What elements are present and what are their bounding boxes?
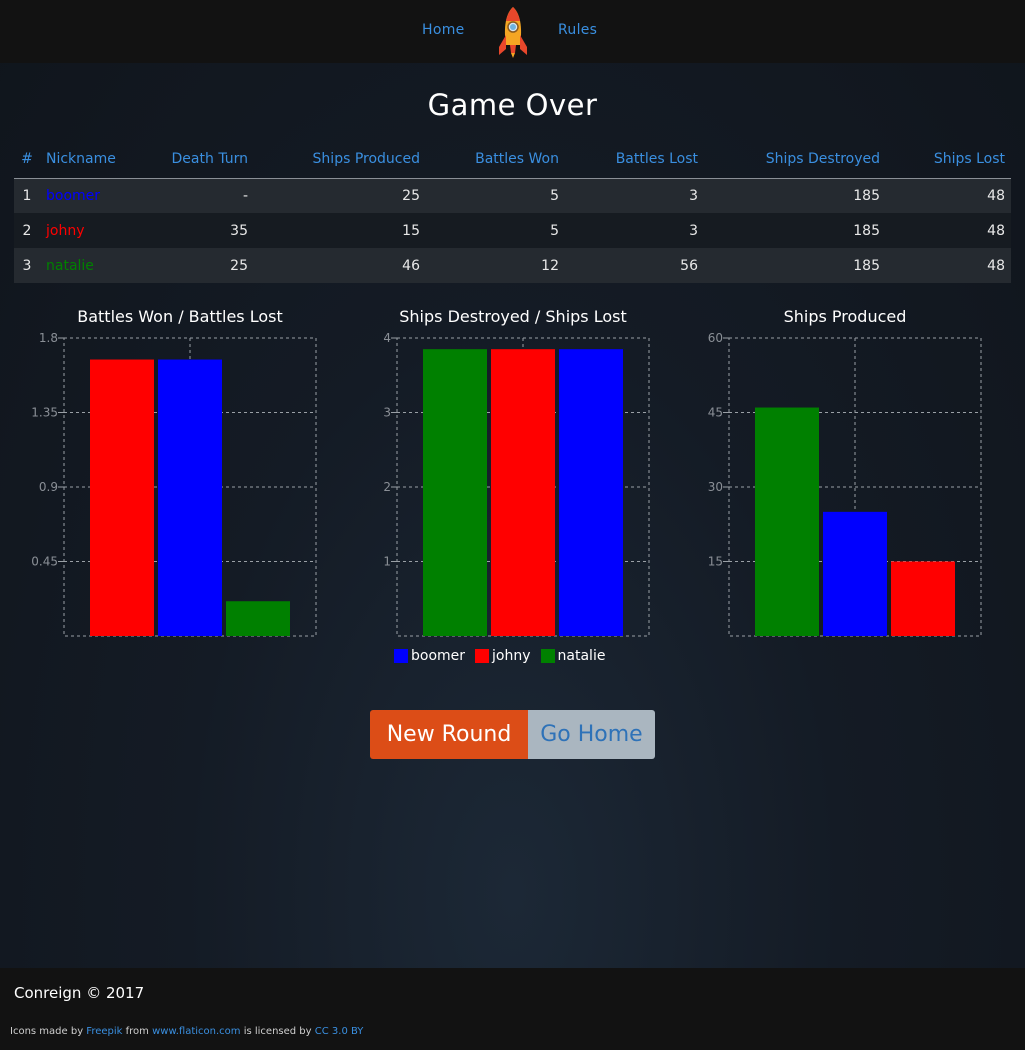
legend-label: natalie: [557, 648, 606, 664]
cell-battles-lost: 56: [565, 248, 704, 283]
table-row: 2 johny 35 15 5 3 185 48: [14, 213, 1011, 248]
legend-item-johny[interactable]: johny: [475, 648, 531, 664]
table-row: 3 natalie 25 46 12 56 185 48: [14, 248, 1011, 283]
cell-ships-produced: 46: [254, 248, 426, 283]
bar-boomer[interactable]: [559, 349, 623, 636]
table-row: 1 boomer - 25 5 3 185 48: [14, 178, 1011, 213]
go-home-button[interactable]: Go Home: [528, 710, 655, 759]
cell-death-turn: 35: [140, 213, 254, 248]
cell-ships-lost: 48: [886, 213, 1011, 248]
header-ships-produced: Ships Produced: [254, 140, 426, 179]
cell-battles-lost: 3: [565, 178, 704, 213]
bar-boomer[interactable]: [158, 359, 222, 636]
cell-ships-lost: 48: [886, 248, 1011, 283]
y-tick-label: 1.35: [31, 406, 58, 420]
y-tick-label: 2: [383, 480, 391, 494]
legend-swatch: [394, 649, 408, 663]
freepik-link[interactable]: Freepik: [86, 1026, 122, 1037]
legend-swatch: [475, 649, 490, 663]
y-tick-label: 0.9: [39, 480, 58, 494]
scores-table: # Nickname Death Turn Ships Produced Bat…: [14, 140, 1011, 283]
cell-ships-lost: 48: [886, 178, 1011, 213]
cell-ships-destroyed: 185: [704, 213, 886, 248]
header-death-turn: Death Turn: [140, 140, 254, 179]
legend-label: johny: [492, 648, 531, 664]
new-round-button[interactable]: New Round: [370, 710, 528, 759]
y-tick-label: 30: [708, 480, 723, 494]
header-nickname: Nickname: [40, 140, 140, 179]
bar-natalie[interactable]: [755, 407, 819, 636]
cell-ships-destroyed: 185: [704, 178, 886, 213]
bar-natalie[interactable]: [226, 601, 290, 636]
bar-johny[interactable]: [491, 349, 555, 636]
flaticon-link[interactable]: www.flaticon.com: [152, 1026, 240, 1037]
y-tick-label: 45: [708, 406, 723, 420]
cell-rank: 2: [14, 213, 40, 248]
cell-nickname: natalie: [40, 248, 140, 283]
legend-label: boomer: [411, 648, 466, 664]
bar-johny[interactable]: [90, 359, 154, 636]
cell-nickname: johny: [40, 213, 140, 248]
cell-ships-produced: 15: [254, 213, 426, 248]
chart-battles-ratio: 1.8 1.35 0.9 0.45: [31, 331, 317, 637]
rocket-icon[interactable]: [496, 5, 530, 59]
table-header-row: # Nickname Death Turn Ships Produced Bat…: [14, 140, 1011, 179]
license-link[interactable]: CC 3.0 BY: [315, 1026, 364, 1037]
chart-title-ships-ratio: Ships Destroyed / Ships Lost: [399, 307, 627, 326]
action-button-group: New Round Go Home: [370, 710, 655, 759]
cell-battles-won: 5: [426, 213, 565, 248]
chart-ships-ratio: 4 3 2 1: [383, 331, 650, 637]
bar-boomer[interactable]: [823, 511, 887, 636]
cell-ships-produced: 25: [254, 178, 426, 213]
legend-item-boomer[interactable]: boomer: [394, 648, 465, 664]
credits-licensed: is licensed by: [243, 1026, 312, 1037]
credits-from: from: [125, 1026, 149, 1037]
y-tick-label: 1: [383, 555, 391, 569]
chart-title-ships-produced: Ships Produced: [783, 307, 907, 326]
bar-natalie[interactable]: [423, 349, 487, 636]
icon-credits: Icons made by Freepik from www.flaticon.…: [10, 1026, 363, 1037]
bar-johny[interactable]: [891, 561, 955, 637]
cell-nickname: boomer: [40, 178, 140, 213]
y-tick-label: 15: [708, 555, 723, 569]
y-tick-label: 4: [383, 331, 391, 345]
cell-rank: 3: [14, 248, 40, 283]
cell-death-turn: 25: [140, 248, 254, 283]
y-tick-label: 0.45: [31, 555, 58, 569]
y-tick-label: 1.8: [39, 331, 58, 345]
y-tick-label: 3: [383, 406, 391, 420]
page-title: Game Over: [427, 88, 598, 122]
legend-item-natalie[interactable]: natalie: [540, 648, 606, 664]
credits-prefix: Icons made by: [10, 1026, 84, 1037]
copyright-text: Conreign © 2017: [14, 984, 145, 1002]
header-battles-lost: Battles Lost: [565, 140, 704, 179]
cell-ships-destroyed: 185: [704, 248, 886, 283]
header-battles-won: Battles Won: [426, 140, 565, 179]
nav-home-link[interactable]: Home: [422, 22, 465, 38]
chart-legend: boomer johny natalie: [394, 648, 605, 664]
legend-swatch: [540, 649, 555, 663]
cell-battles-lost: 3: [565, 213, 704, 248]
cell-rank: 1: [14, 178, 40, 213]
header-ships-destroyed: Ships Destroyed: [704, 140, 886, 179]
chart-title-battles-ratio: Battles Won / Battles Lost: [77, 307, 283, 326]
footer: Conreign © 2017 Icons made by Freepik fr…: [0, 968, 1025, 1050]
navbar: Home Rules: [0, 0, 1025, 63]
header-ships-lost: Ships Lost: [886, 140, 1011, 179]
header-rank: #: [14, 140, 40, 179]
nav-rules-link[interactable]: Rules: [558, 22, 597, 38]
y-tick-label: 60: [708, 331, 723, 345]
cell-battles-won: 5: [426, 178, 565, 213]
cell-death-turn: -: [140, 178, 254, 213]
cell-battles-won: 12: [426, 248, 565, 283]
chart-ships-produced: 60 45 30 15: [708, 331, 982, 637]
